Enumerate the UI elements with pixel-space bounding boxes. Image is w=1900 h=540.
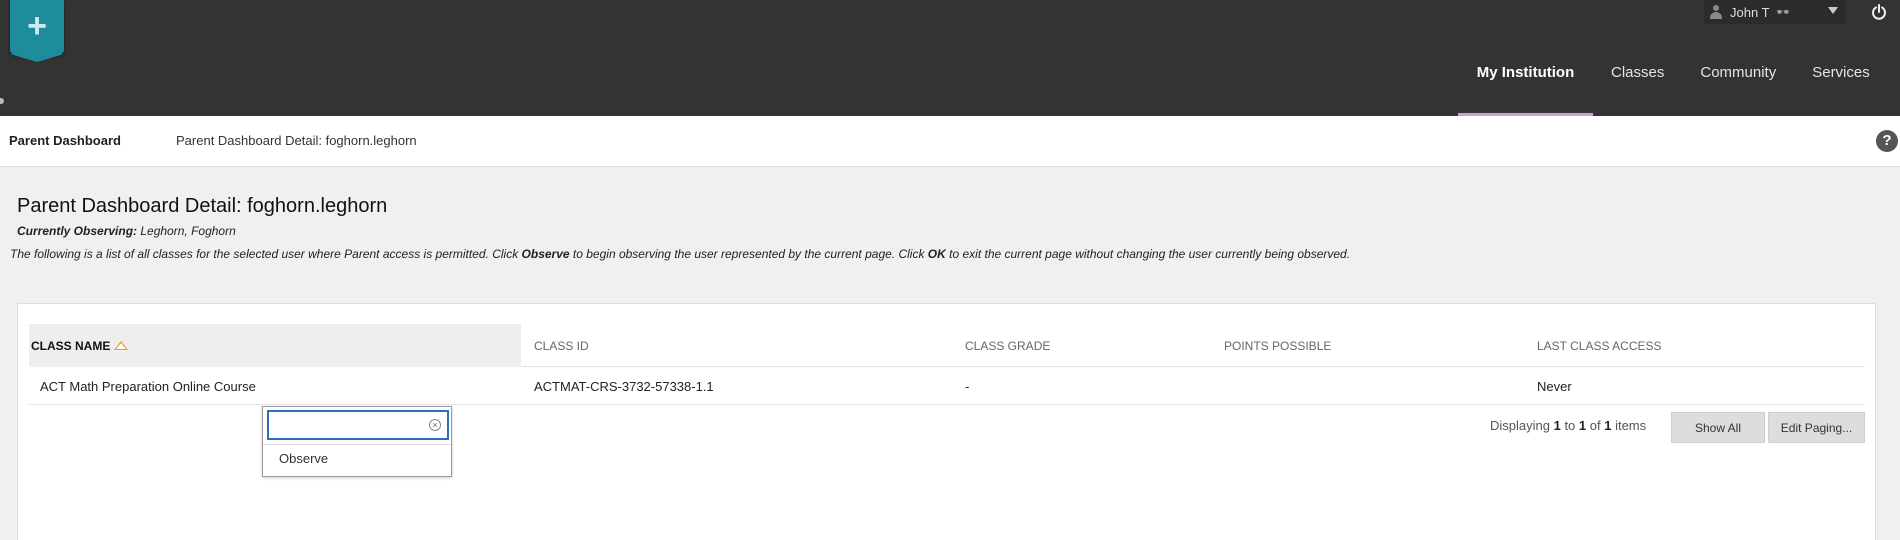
instructions-text: The following is a list of all classes f…	[10, 247, 1350, 261]
column-header-last-class-access[interactable]: LAST CLASS ACCESS	[1537, 324, 1837, 367]
instructions-bold: OK	[927, 247, 946, 261]
points-possible-cell	[1224, 367, 1524, 405]
paging-text: items	[1611, 418, 1647, 433]
top-header: + John T 👓 My Institution Classes Commun…	[0, 0, 1900, 116]
nav-tab-classes[interactable]: Classes	[1593, 58, 1682, 116]
class-name-link[interactable]: ACT Math Preparation Online Course	[40, 367, 520, 405]
quick-links-button[interactable]: +	[10, 0, 64, 62]
breadcrumb-current: Parent Dashboard Detail: foghorn.leghorn	[176, 133, 417, 148]
breadcrumb-root-link[interactable]: Parent Dashboard	[9, 133, 121, 148]
column-header-points-possible[interactable]: POINTS POSSIBLE	[1224, 324, 1524, 367]
glasses-icon: 👓	[1775, 5, 1791, 19]
context-menu-search: ×	[267, 410, 449, 440]
column-header-class-grade[interactable]: CLASS GRADE	[965, 324, 1215, 367]
instructions-bold: Observe	[521, 247, 570, 261]
clear-icon[interactable]: ×	[429, 419, 441, 431]
instructions-part: to begin observing the user represented …	[569, 247, 928, 261]
context-menu: × Observe	[262, 406, 452, 477]
user-name: John T	[1730, 4, 1770, 20]
column-header-class-id[interactable]: CLASS ID	[534, 324, 954, 367]
observing-value: Leghorn, Foghorn	[137, 224, 236, 238]
paging-text: of	[1586, 418, 1605, 433]
table-header: CLASS NAME CLASS ID CLASS GRADE POINTS P…	[29, 324, 1865, 367]
class-id-cell: ACTMAT-CRS-3732-57338-1.1	[534, 378, 714, 394]
currently-observing: Currently Observing: Leghorn, Foghorn	[17, 224, 236, 238]
observing-label: Currently Observing:	[17, 224, 138, 238]
last-class-access-cell: Never	[1537, 378, 1572, 394]
side-toggle-handle[interactable]	[0, 98, 4, 104]
paging-text: to	[1560, 418, 1579, 433]
plus-icon: +	[27, 7, 47, 45]
main-nav: My Institution Classes Community Service…	[1458, 58, 1888, 116]
table-row: ACT Math Preparation Online Course ACTMA…	[29, 367, 1865, 405]
column-header-label: CLASS NAME	[31, 338, 111, 353]
help-icon[interactable]: ?	[1876, 130, 1898, 152]
edit-paging-button[interactable]: Edit Paging...	[1768, 412, 1865, 443]
chevron-down-icon	[1828, 7, 1838, 14]
paging-text: Displaying	[1490, 418, 1554, 433]
menu-divider	[263, 444, 451, 445]
menu-item-observe[interactable]: Observe	[279, 451, 328, 466]
sort-ascending-icon	[114, 341, 129, 350]
logout-button[interactable]	[1864, 0, 1894, 24]
breadcrumb: Parent Dashboard Parent Dashboard Detail…	[0, 116, 1900, 167]
power-icon	[1872, 4, 1886, 20]
class-grade-cell: -	[965, 378, 970, 394]
user-icon	[1710, 5, 1722, 19]
paging-status: Displaying 1 to 1 of 1 items	[1490, 418, 1646, 433]
show-all-button[interactable]: Show All	[1671, 412, 1765, 443]
column-header-class-name[interactable]: CLASS NAME	[29, 324, 521, 367]
nav-tab-services[interactable]: Services	[1794, 58, 1888, 116]
nav-tab-community[interactable]: Community	[1682, 58, 1794, 116]
user-menu[interactable]: John T 👓	[1704, 0, 1846, 24]
page-title: Parent Dashboard Detail: foghorn.leghorn	[17, 195, 388, 217]
instructions-part: to exit the current page without changin…	[945, 247, 1351, 261]
paging-from: 1	[1553, 418, 1561, 433]
context-menu-search-input[interactable]	[273, 412, 423, 438]
nav-tab-my-institution[interactable]: My Institution	[1458, 58, 1593, 116]
instructions-part: The following is a list of all classes f…	[10, 247, 522, 261]
